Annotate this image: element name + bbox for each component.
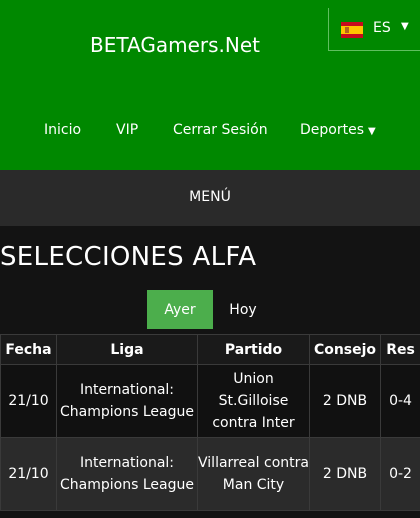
menu-toggle-bar[interactable]: MENÚ <box>0 170 420 226</box>
cell-fecha: 21/10 <box>0 364 57 438</box>
nav-item-vip[interactable]: VIP <box>116 122 138 138</box>
nav-item-deportes[interactable]: Deportes ▼ <box>300 122 376 138</box>
nav-item-cerrar-sesion[interactable]: Cerrar Sesión <box>173 122 268 138</box>
cell-res: 0-4 <box>380 364 420 438</box>
header-liga: Liga <box>56 334 198 365</box>
cell-partido: Union St.Gilloise contra Inter <box>197 364 310 438</box>
table-row: 21/10 International: Champions League Un… <box>0 364 420 438</box>
tab-hoy[interactable]: Hoy <box>218 290 268 329</box>
cell-res: 0-2 <box>380 437 420 511</box>
header-partido: Partido <box>197 334 310 365</box>
site-title[interactable]: BETAGamers.Net <box>90 33 260 57</box>
table-header-row: Fecha Liga Partido Consejo Res <box>0 334 420 365</box>
header-fecha: Fecha <box>0 334 57 365</box>
header-res: Res <box>380 334 420 365</box>
site-header: BETAGamers.Net ES ▼ Inicio VIP Cerrar Se… <box>0 0 420 170</box>
table-row: 21/10 International: Champions League Vi… <box>0 437 420 511</box>
language-selector[interactable]: ES ▼ <box>328 8 420 51</box>
cell-fecha: 21/10 <box>0 437 57 511</box>
menu-label: MENÚ <box>189 189 231 205</box>
tab-ayer[interactable]: Ayer <box>147 290 213 329</box>
language-code: ES <box>373 20 391 36</box>
page-title: SELECCIONES ALFA <box>0 242 257 272</box>
cell-consejo: 2 DNB <box>309 364 381 438</box>
cell-liga: International: Champions League <box>56 437 198 511</box>
nav-item-deportes-label: Deportes <box>300 122 364 138</box>
spain-flag-icon <box>341 22 363 38</box>
chevron-down-icon: ▼ <box>401 21 409 32</box>
header-consejo: Consejo <box>309 334 381 365</box>
caret-down-icon: ▼ <box>368 126 376 137</box>
nav-item-inicio[interactable]: Inicio <box>44 122 81 138</box>
cell-consejo: 2 DNB <box>309 437 381 511</box>
picks-table: Fecha Liga Partido Consejo Res 21/10 Int… <box>0 334 420 511</box>
cell-partido: Villarreal contra Man City <box>197 437 310 511</box>
cell-liga: International: Champions League <box>56 364 198 438</box>
